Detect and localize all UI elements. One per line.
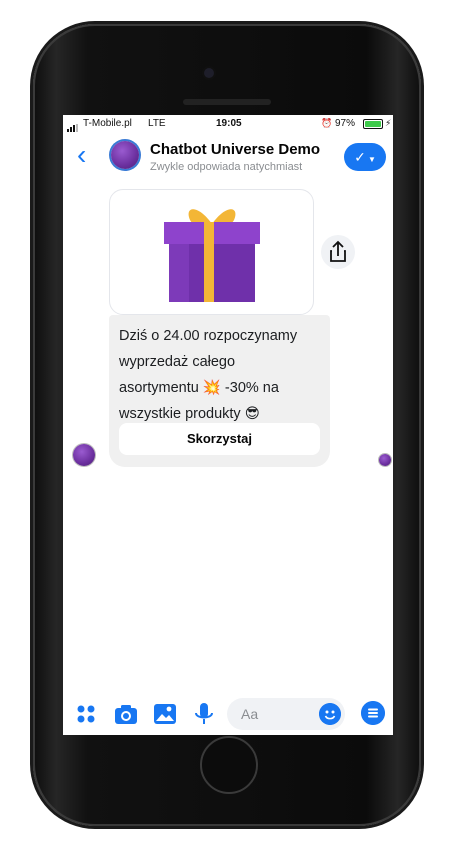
- image-icon[interactable]: [152, 701, 178, 727]
- check-dropdown-button[interactable]: ✓ ▼: [344, 143, 386, 171]
- message-line: Dziś o 24.00 rozpoczynamy: [119, 328, 298, 344]
- chat-header: ‹ Chatbot Universe Demo Zwykle odpowiada…: [63, 133, 393, 183]
- message-image-card[interactable]: [109, 189, 314, 315]
- home-button[interactable]: [200, 736, 258, 794]
- alarm-icon: ⏰: [321, 118, 333, 128]
- skorzystaj-button[interactable]: Skorzystaj: [119, 423, 320, 455]
- battery-icon: [363, 119, 383, 129]
- message-placeholder: Aa: [241, 706, 259, 722]
- message-bubble: Dziś o 24.00 rozpoczynamy wyprzedaż całe…: [109, 315, 330, 467]
- camera-icon[interactable]: [113, 701, 139, 727]
- power-button: [421, 199, 424, 269]
- chat-subtitle: Zwykle odpowiada natychmiast: [150, 161, 303, 173]
- status-bar: T-Mobile.pl LTE 19:05 ⏰ 97% ⚡: [63, 115, 393, 133]
- sender-avatar: [73, 444, 95, 466]
- apps-icon[interactable]: [73, 701, 99, 727]
- share-icon: [330, 240, 346, 262]
- emoji-icon[interactable]: [319, 703, 341, 725]
- charging-icon: ⚡: [385, 118, 392, 128]
- clock: 19:05: [216, 118, 242, 129]
- gift-box-icon: [164, 209, 260, 302]
- message-text: Dziś o 24.00 rozpoczynamy wyprzedaż całe…: [119, 323, 324, 427]
- collision-emoji: 💥: [202, 380, 221, 396]
- menu-icon[interactable]: [361, 701, 385, 725]
- signal-icon: [67, 121, 79, 132]
- battery-percent: 97%: [335, 118, 356, 129]
- screen: T-Mobile.pl LTE 19:05 ⏰ 97% ⚡ ‹ Chatbot …: [63, 115, 393, 735]
- share-button[interactable]: [321, 235, 355, 269]
- message-line: wyprzedaż całego: [119, 354, 236, 370]
- network-label: LTE: [148, 118, 166, 129]
- message-input[interactable]: Aa: [227, 698, 345, 730]
- composer-toolbar: Aa: [63, 693, 393, 735]
- front-camera: [204, 68, 214, 78]
- carrier-label: T-Mobile.pl: [83, 118, 132, 129]
- volume-down-button: [30, 254, 33, 306]
- chat-title[interactable]: Chatbot Universe Demo: [150, 141, 320, 158]
- check-icon: ✓: [354, 149, 366, 165]
- chevron-down-icon: ▼: [365, 155, 376, 164]
- mute-switch: [30, 139, 33, 167]
- earpiece-speaker: [183, 99, 271, 105]
- volume-up-button: [30, 189, 33, 241]
- chevron-left-icon[interactable]: ‹: [77, 141, 86, 169]
- microphone-icon[interactable]: [191, 701, 217, 727]
- read-receipt-avatar: [379, 454, 391, 466]
- sunglasses-emoji: 😎: [244, 406, 260, 422]
- message-line: asortymentu 💥 -30% na: [119, 380, 279, 396]
- bot-avatar[interactable]: [111, 141, 139, 169]
